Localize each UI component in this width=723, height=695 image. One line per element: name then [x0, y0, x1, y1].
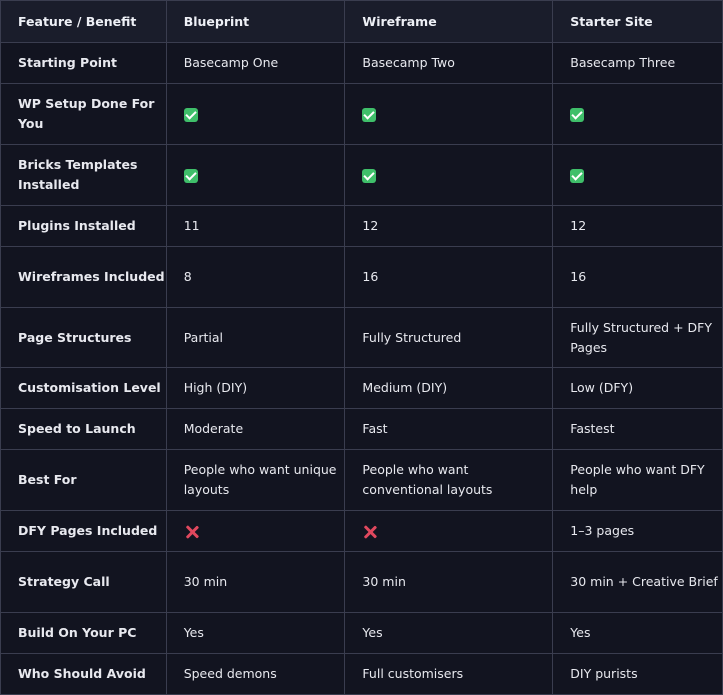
cell-starter-site: Basecamp Three: [552, 42, 723, 84]
cross-mark-icon: [184, 524, 200, 540]
cell-blueprint: Yes: [165, 612, 346, 654]
cell-starter-site: 16: [552, 246, 723, 308]
table-row: Customisation Level High (DIY) Medium (DIY…: [0, 367, 723, 409]
cell-wireframe: Fast: [344, 408, 554, 450]
feature-cell: Strategy Call: [0, 551, 167, 613]
table-row: Page Structures Partial Fully Structured Fu…: [0, 307, 723, 368]
cell-wireframe: Fully Structured: [344, 307, 554, 368]
cell-wireframe: 16: [344, 246, 554, 308]
cell-blueprint: 11: [165, 205, 346, 247]
header-feature-benefit: Feature / Benefit: [0, 0, 167, 43]
check-mark-icon: [570, 168, 585, 183]
cell-starter-site: People who want DFY help: [552, 449, 723, 511]
table-body: Starting Point Basecamp One Basecamp Two Ba…: [0, 42, 723, 695]
cell-blueprint: [165, 83, 346, 145]
header-blueprint: Blueprint: [165, 0, 346, 43]
table-row: WP Setup Done For You: [0, 83, 723, 145]
feature-cell: Customisation Level: [0, 367, 167, 409]
cell-starter-site: Fully Structured + DFY Pages: [552, 307, 723, 368]
table-row: Who Should Avoid Speed demons Full customi…: [0, 653, 723, 695]
table-row: Speed to Launch Moderate Fast Fastest: [0, 408, 723, 450]
cross-mark-icon: [362, 524, 378, 540]
cell-wireframe: Basecamp Two: [344, 42, 554, 84]
feature-cell: Wireframes Included: [0, 246, 167, 308]
feature-cell: DFY Pages Included: [0, 510, 167, 552]
feature-cell: Best For: [0, 449, 167, 511]
feature-cell: Speed to Launch: [0, 408, 167, 450]
cell-blueprint: High (DIY): [165, 367, 346, 409]
cell-blueprint: Moderate: [165, 408, 346, 450]
cell-wireframe: Medium (DIY): [344, 367, 554, 409]
header-wireframe: Wireframe: [344, 0, 554, 43]
cell-blueprint: 30 min: [165, 551, 346, 613]
table-row: Bricks Templates Installed: [0, 144, 723, 206]
table-row: Build On Your PC Yes Yes Yes: [0, 612, 723, 654]
cell-starter-site: 1–3 pages: [552, 510, 723, 552]
cell-wireframe: 30 min: [344, 551, 554, 613]
header-starter-site: Starter Site: [552, 0, 723, 43]
cell-wireframe: People who want conventional layouts: [344, 449, 554, 511]
feature-cell: Starting Point: [0, 42, 167, 84]
feature-cell: Plugins Installed: [0, 205, 167, 247]
cell-blueprint: People who want unique layouts: [165, 449, 346, 511]
feature-cell: Who Should Avoid: [0, 653, 167, 695]
comparison-table: Feature / Benefit Blueprint Wireframe St…: [0, 0, 723, 695]
cell-starter-site: Low (DFY): [552, 367, 723, 409]
header-row: Feature / Benefit Blueprint Wireframe St…: [0, 0, 723, 43]
cell-wireframe: [344, 144, 554, 206]
cell-blueprint: Partial: [165, 307, 346, 368]
check-mark-icon: [362, 107, 377, 122]
feature-cell: Page Structures: [0, 307, 167, 368]
cell-starter-site: DIY purists: [552, 653, 723, 695]
cell-starter-site: 30 min + Creative Brief: [552, 551, 723, 613]
cell-wireframe: Full customisers: [344, 653, 554, 695]
table-row: Best For People who want unique layouts Pe…: [0, 449, 723, 511]
cell-starter-site: 12: [552, 205, 723, 247]
check-mark-icon: [362, 168, 377, 183]
table-header: Feature / Benefit Blueprint Wireframe St…: [0, 0, 723, 43]
cell-starter-site: [552, 83, 723, 145]
check-mark-icon: [570, 107, 585, 122]
cell-blueprint: 8: [165, 246, 346, 308]
feature-cell: WP Setup Done For You: [0, 83, 167, 145]
table-row: Starting Point Basecamp One Basecamp Two Ba…: [0, 42, 723, 84]
cell-blueprint: [165, 510, 346, 552]
feature-cell: Build On Your PC: [0, 612, 167, 654]
table-row: Strategy Call 30 min 30 min 30 min + Creati…: [0, 551, 723, 613]
cell-starter-site: Yes: [552, 612, 723, 654]
cell-wireframe: [344, 510, 554, 552]
cell-starter-site: Fastest: [552, 408, 723, 450]
cell-blueprint: Basecamp One: [165, 42, 346, 84]
cell-wireframe: 12: [344, 205, 554, 247]
cell-blueprint: Speed demons: [165, 653, 346, 695]
feature-cell: Bricks Templates Installed: [0, 144, 167, 206]
table-row: Plugins Installed 11 12 12: [0, 205, 723, 247]
check-mark-icon: [183, 107, 198, 122]
cell-blueprint: [165, 144, 346, 206]
cell-wireframe: [344, 83, 554, 145]
check-mark-icon: [183, 168, 198, 183]
cell-wireframe: Yes: [344, 612, 554, 654]
cell-starter-site: [552, 144, 723, 206]
table-row: DFY Pages Included 1–3 pages: [0, 510, 723, 552]
table-row: Wireframes Included 8 16 16: [0, 246, 723, 308]
